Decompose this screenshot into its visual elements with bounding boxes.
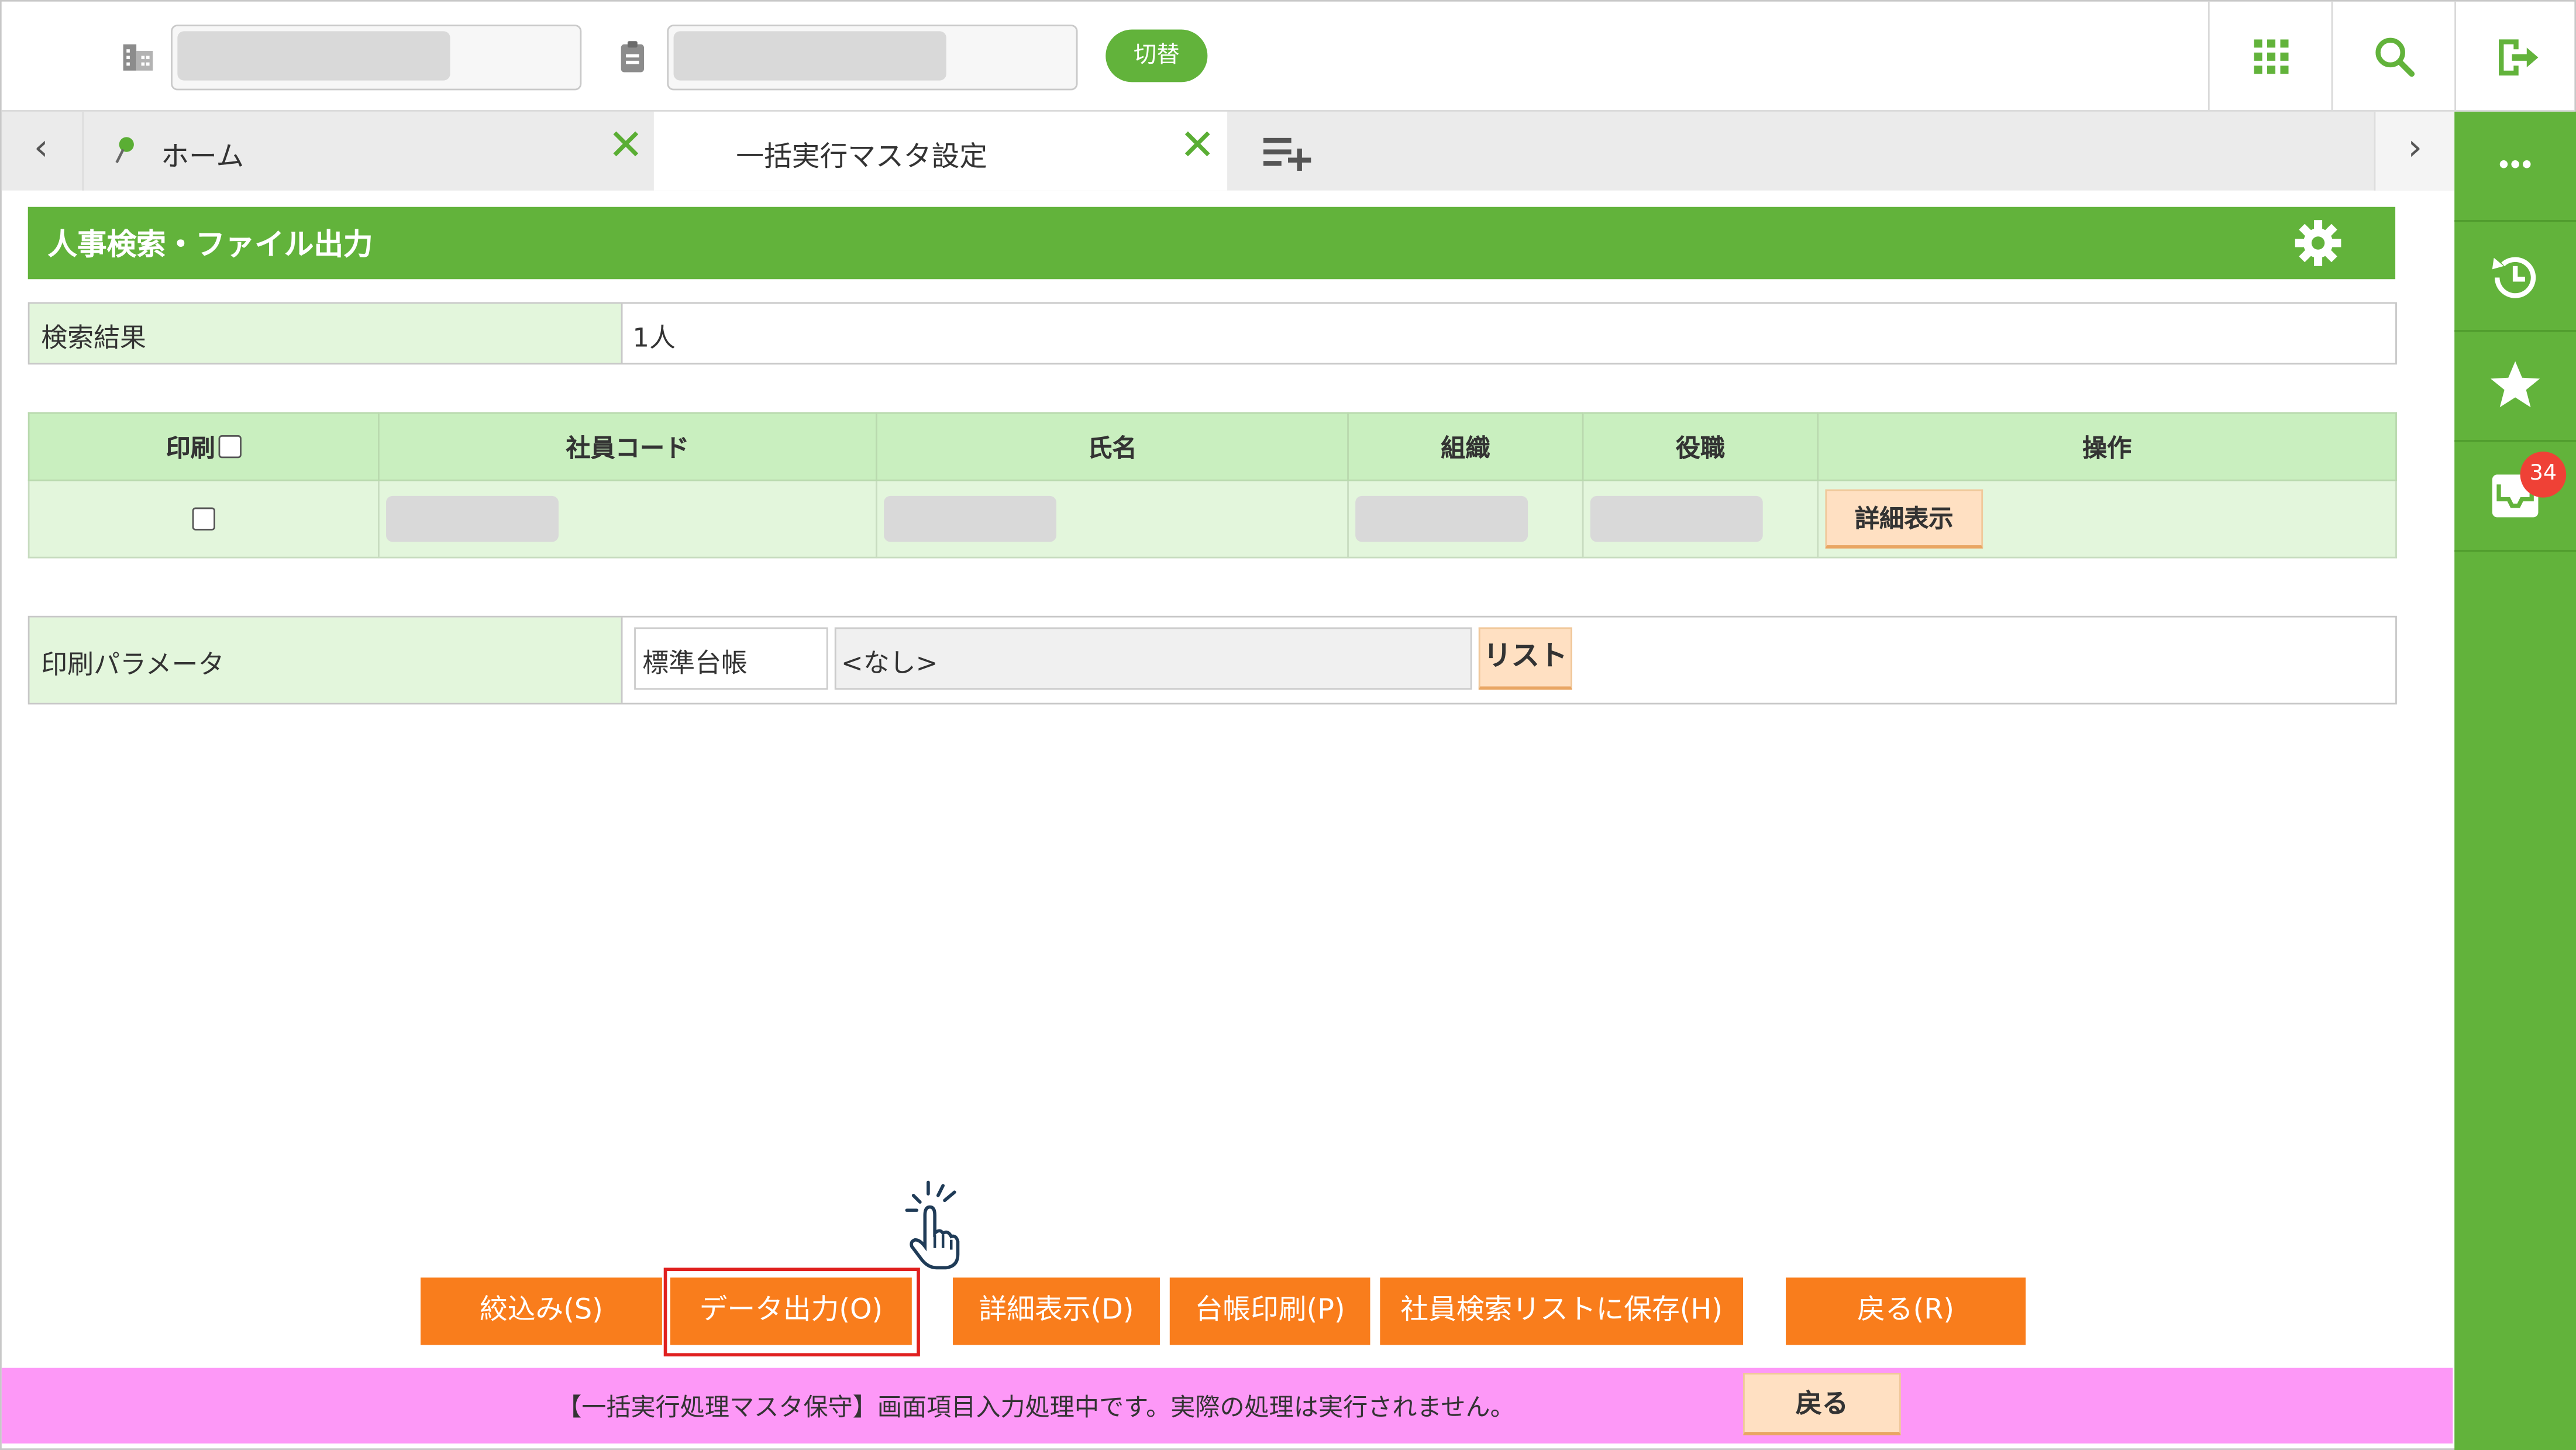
app-window: 切替 ‹ ホーム ✕ 一括実行マスタ設定 ✕ › 34 人事検索・ファイル出力 … xyxy=(0,0,2576,1450)
table-row: 詳細表示 xyxy=(27,479,2397,559)
history-icon xyxy=(2492,257,2536,298)
cell-employee-code xyxy=(378,479,877,559)
column-header-organization: 組織 xyxy=(1347,412,1584,481)
row-print-checkbox[interactable] xyxy=(192,507,215,530)
employee-result-table: 印刷 社員コード 氏名 組織 役職 操作 詳細表示 xyxy=(27,412,2397,559)
tab-scroll-left-icon[interactable]: ‹ xyxy=(2,112,81,191)
company-select-value-redacted xyxy=(177,31,450,81)
add-tab-icon[interactable] xyxy=(1263,135,1313,171)
logout-icon xyxy=(2499,39,2539,76)
clipboard-icon xyxy=(621,41,645,73)
grid-icon xyxy=(2254,39,2289,74)
tab-batch-master-settings[interactable]: 一括実行マスタ設定 ✕ xyxy=(653,111,1228,191)
maintenance-mode-banner: 【一括実行処理マスタ保守】画面項目入力処理中です。実際の処理は実行されません。 … xyxy=(1,1368,2453,1444)
sidebar-history-button[interactable] xyxy=(2454,222,2576,332)
app-menu-button[interactable] xyxy=(2207,1,2332,111)
page-title: 人事検索・ファイル出力 xyxy=(47,228,373,263)
tab-home-label: ホーム xyxy=(161,141,244,174)
right-sidebar xyxy=(2454,111,2576,1450)
search-button[interactable] xyxy=(2331,1,2455,111)
organization-redacted xyxy=(1355,495,1528,542)
select-all-print-checkbox[interactable] xyxy=(218,434,242,457)
role-select-value-redacted xyxy=(673,31,946,81)
cell-name xyxy=(876,479,1349,559)
tab-home[interactable]: ホーム ✕ xyxy=(82,111,654,191)
cell-operation: 詳細表示 xyxy=(1817,479,2397,559)
search-icon xyxy=(2375,37,2415,77)
inbox-count-badge: 34 xyxy=(2520,452,2567,498)
back-action-button[interactable]: 戻る(R) xyxy=(1786,1277,2026,1345)
column-header-position: 役職 xyxy=(1582,412,1819,481)
ledger-name-display: <なし> xyxy=(834,627,1472,690)
table-header-row: 印刷 社員コード 氏名 組織 役職 操作 xyxy=(27,412,2397,481)
cell-print xyxy=(27,479,380,559)
print-parameters-label: 印刷パラメータ xyxy=(29,617,623,703)
search-result-label: 検索結果 xyxy=(29,304,623,363)
tab-bar: ‹ ホーム ✕ 一括実行マスタ設定 ✕ › xyxy=(1,111,2455,191)
banner-message: 【一括実行処理マスタ保守】画面項目入力処理中です。実際の処理は実行されません。 xyxy=(557,1392,1515,1423)
column-header-operation: 操作 xyxy=(1817,412,2397,481)
employee-code-redacted xyxy=(386,495,559,542)
search-result-row: 検索結果 1人 xyxy=(27,302,2397,365)
save-to-employee-list-button[interactable]: 社員検索リストに保存(H) xyxy=(1380,1277,1744,1345)
column-header-employee-code: 社員コード xyxy=(378,412,877,481)
star-icon xyxy=(2490,361,2540,408)
ledger-code-field[interactable]: 標準台帳 xyxy=(634,627,828,690)
filter-button[interactable]: 絞込み(S) xyxy=(421,1277,662,1345)
print-parameters-row: 印刷パラメータ 標準台帳 <なし> リスト xyxy=(27,615,2397,705)
company-building-icon xyxy=(123,44,153,71)
ledger-list-button[interactable]: リスト xyxy=(1478,627,1572,690)
more-icon xyxy=(2499,160,2531,168)
cell-organization xyxy=(1347,479,1584,559)
column-header-print: 印刷 xyxy=(27,412,380,481)
cell-position xyxy=(1582,479,1819,559)
switch-button[interactable]: 切替 xyxy=(1106,29,1208,82)
row-detail-button[interactable]: 詳細表示 xyxy=(1825,489,1983,549)
search-result-value: 1人 xyxy=(632,322,676,353)
pin-icon xyxy=(115,137,134,163)
role-select[interactable] xyxy=(667,25,1078,91)
tab-batch-master-settings-label: 一括実行マスタ設定 xyxy=(736,141,988,174)
page-title-bar: 人事検索・ファイル出力 xyxy=(27,206,2396,280)
top-header: 切替 xyxy=(1,1,2576,112)
position-redacted xyxy=(1590,495,1763,542)
sidebar-favorites-button[interactable] xyxy=(2454,332,2576,442)
tab-home-close-icon[interactable]: ✕ xyxy=(608,122,643,171)
sidebar-more-button[interactable] xyxy=(2454,112,2576,222)
tab-batch-master-settings-close-icon[interactable]: ✕ xyxy=(1180,122,1215,171)
tab-scroll-right-icon[interactable]: › xyxy=(2374,111,2455,191)
column-header-name: 氏名 xyxy=(876,412,1349,481)
gear-icon[interactable] xyxy=(2293,218,2343,267)
banner-back-button[interactable]: 戻る xyxy=(1743,1373,1901,1435)
ledger-print-button[interactable]: 台帳印刷(P) xyxy=(1169,1277,1370,1345)
detail-view-button[interactable]: 詳細表示(D) xyxy=(953,1277,1160,1345)
data-output-highlight xyxy=(663,1268,920,1356)
hand-cursor-icon xyxy=(905,1180,960,1270)
employee-name-redacted xyxy=(884,495,1056,542)
logout-button[interactable] xyxy=(2454,1,2576,111)
company-select[interactable] xyxy=(171,25,582,91)
